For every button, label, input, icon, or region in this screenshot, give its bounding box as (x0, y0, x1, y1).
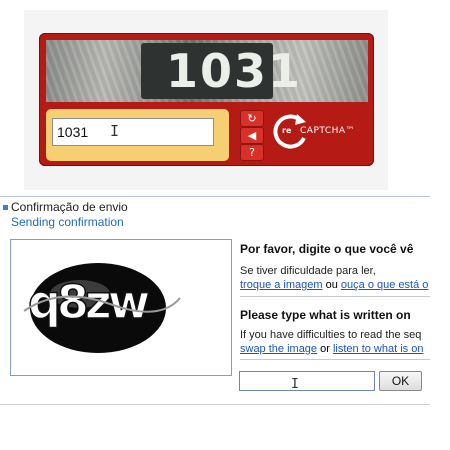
pt-heading: Por favor, digite o que você vê na (240, 242, 414, 256)
pt-swap-image-link[interactable]: troque a imagem (240, 279, 323, 291)
divider (240, 296, 430, 297)
section-bullet-icon (3, 205, 8, 210)
pt-listen-link[interactable]: ouça o que está o (341, 279, 428, 291)
pt-or-text: ou (325, 279, 338, 291)
en-swap-image-link[interactable]: swap the image (240, 343, 317, 355)
ok-button[interactable]: OK (379, 371, 422, 391)
recaptcha-response-input[interactable] (52, 118, 214, 146)
divider (240, 359, 430, 360)
help-icon[interactable]: ? (240, 144, 264, 161)
captcha-answer-input[interactable] (239, 371, 375, 391)
recaptcha-challenge-word: 1031 (166, 44, 303, 98)
audio-icon[interactable]: ◀ (240, 127, 264, 144)
captcha-image-text: q8zw (28, 275, 149, 329)
text-cursor-icon: I (110, 122, 120, 140)
captcha-image: q8zw (23, 263, 181, 353)
en-listen-link[interactable]: listen to what is on (333, 343, 424, 355)
en-or-text: or (320, 343, 330, 355)
section-subtitle: Sending confirmation (11, 215, 124, 229)
refresh-icon[interactable]: ↻ (240, 110, 264, 127)
en-heading: Please type what is written on the (240, 308, 411, 322)
recaptcha-challenge-image: 1031 (46, 40, 368, 102)
recaptcha-logo-re: re (282, 126, 292, 135)
text-cursor-icon: I (291, 377, 299, 392)
recaptcha-logo-text: CAPTCHA™ (300, 126, 356, 136)
section-title: Confirmação de envio (11, 200, 128, 214)
divider (0, 404, 430, 405)
